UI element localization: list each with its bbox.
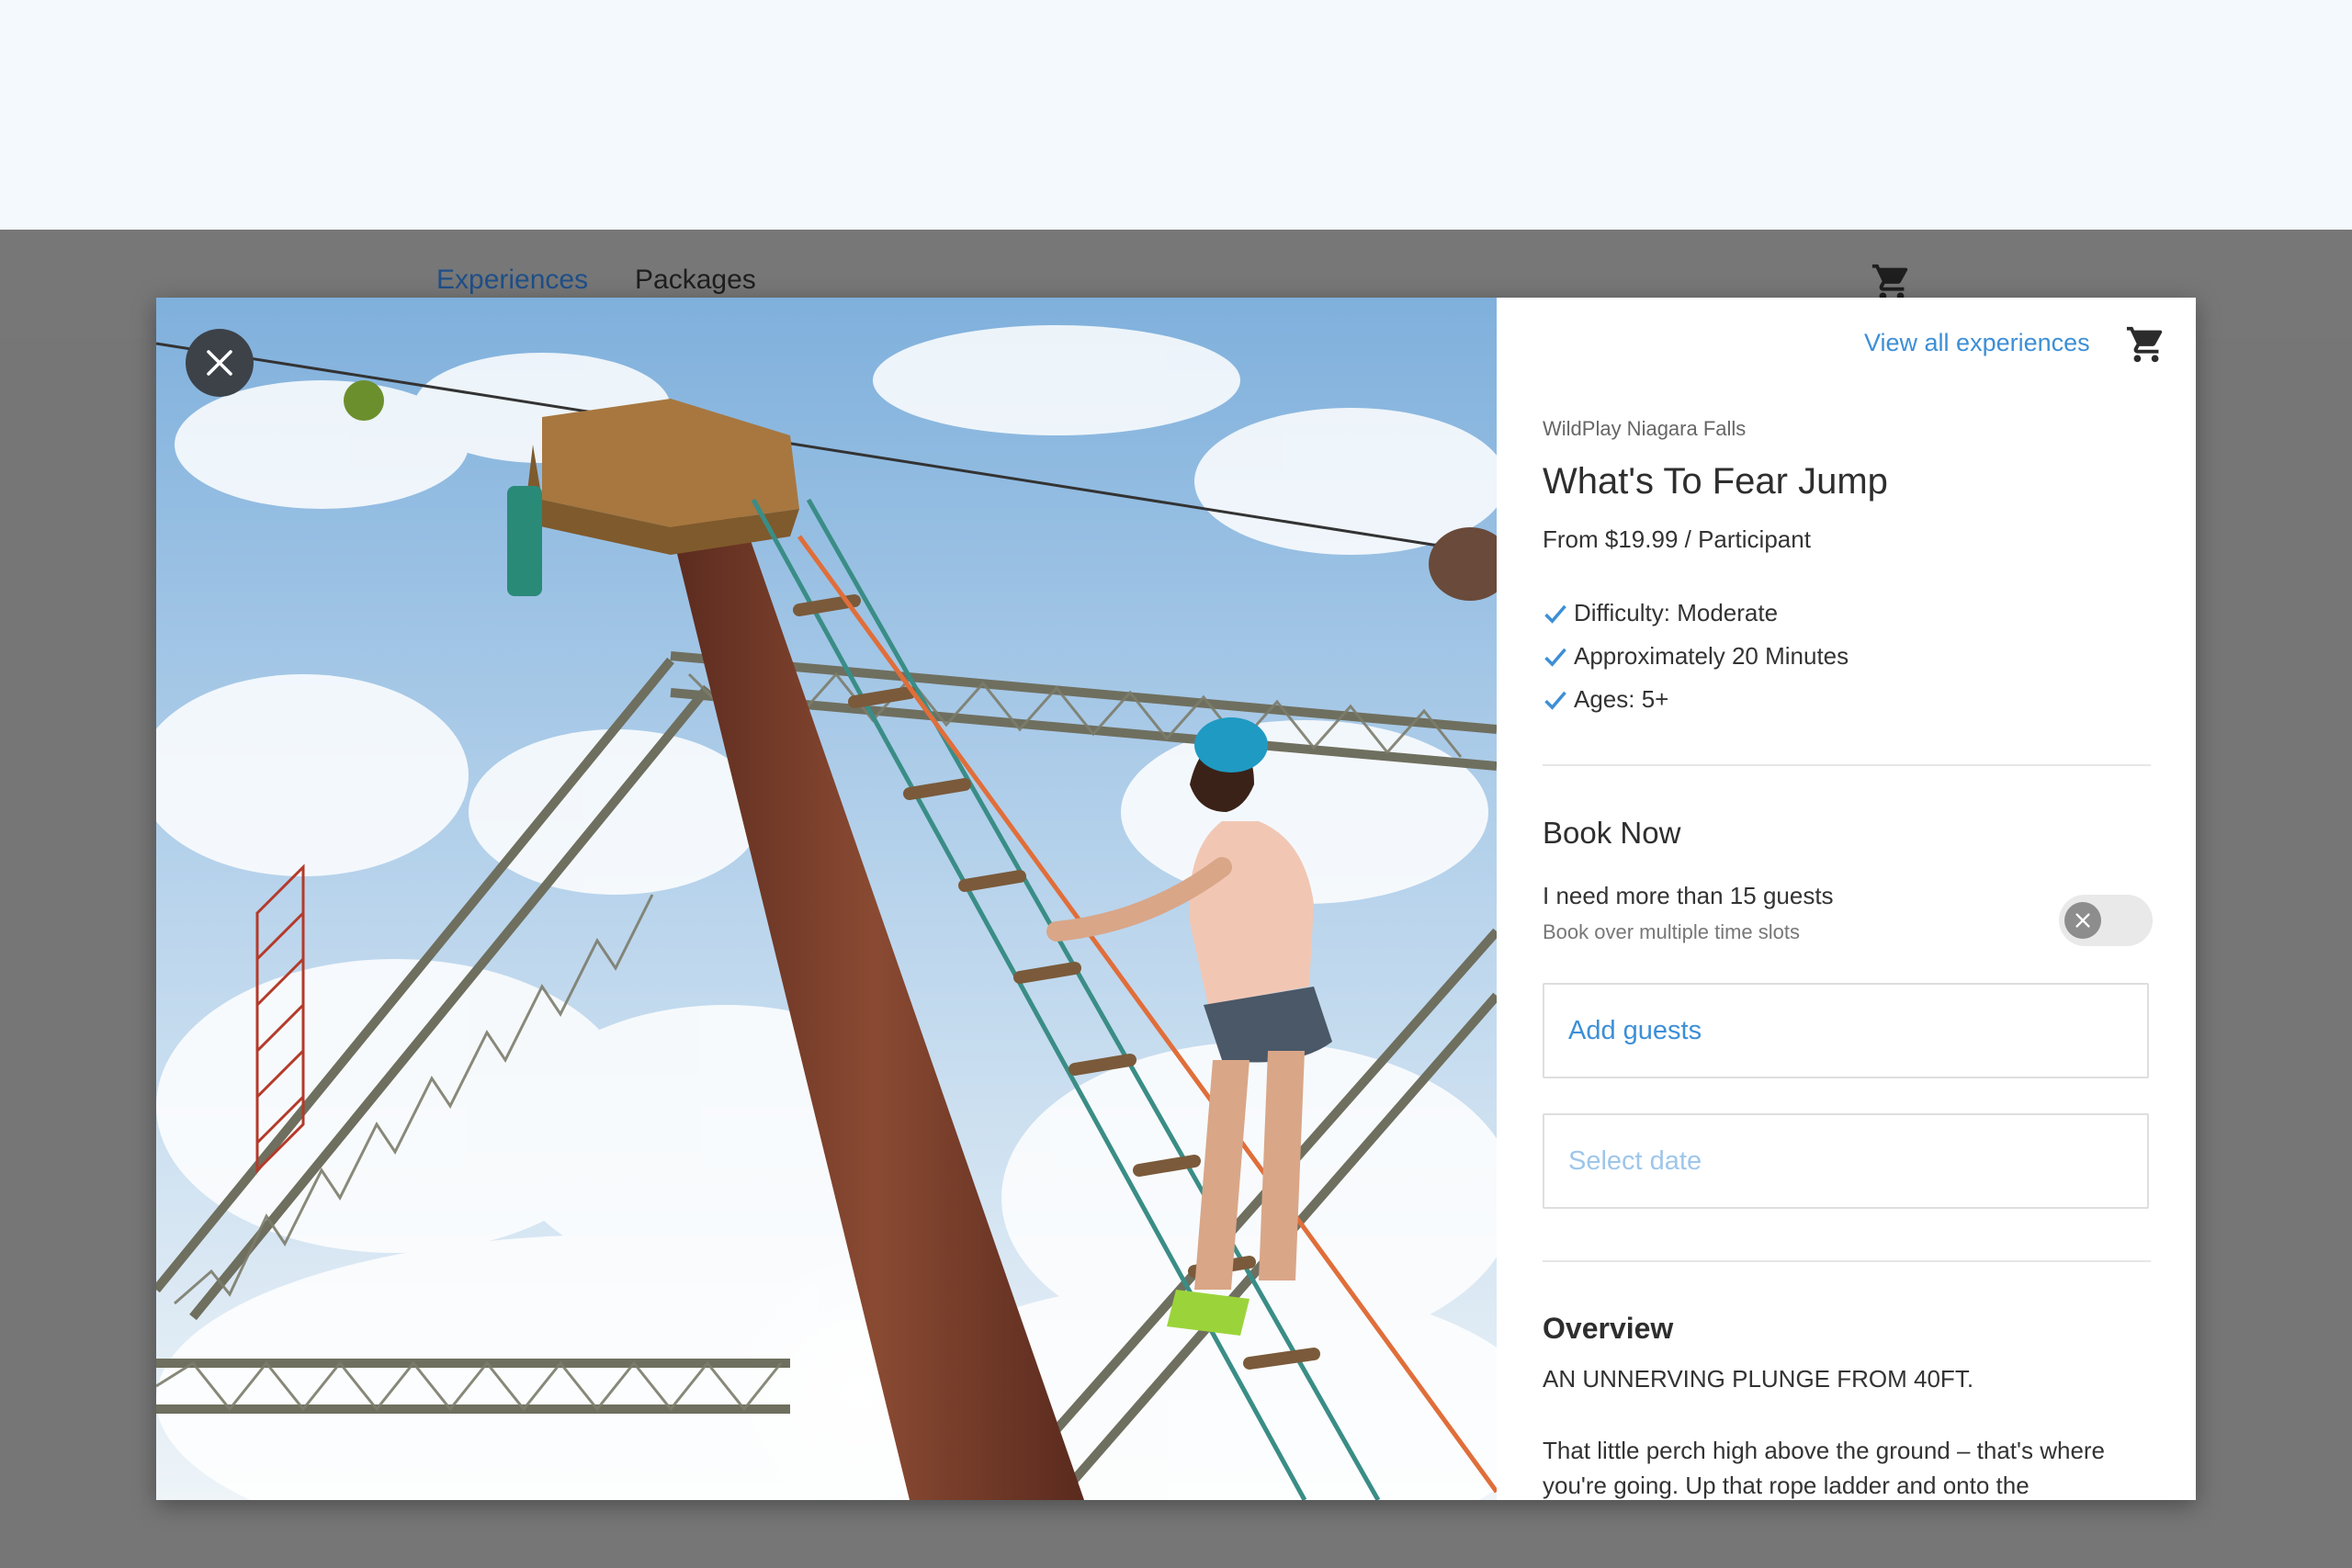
checkmark-icon [1544, 648, 1566, 667]
add-guests-label: Add guests [1568, 1016, 1702, 1045]
overview-heading: Overview [1543, 1312, 1674, 1345]
feature-list: Difficulty: Moderate Approximately 20 Mi… [1543, 592, 1849, 721]
experience-title: What's To Fear Jump [1543, 461, 1888, 502]
close-icon [207, 350, 232, 376]
nav-experiences[interactable]: Experiences [436, 265, 588, 296]
checkmark-icon [1544, 691, 1566, 710]
overview-tagline: AN UNNERVING PLUNGE FROM 40FT. [1543, 1365, 1974, 1393]
large-group-sublabel: Book over multiple time slots [1543, 920, 1800, 943]
divider [1543, 1260, 2151, 1262]
book-now-heading: Book Now [1543, 816, 1681, 850]
close-button[interactable] [186, 329, 254, 397]
price-text: From $19.99 / Participant [1543, 525, 1811, 553]
feature-item: Approximately 20 Minutes [1543, 635, 1849, 678]
select-date-label: Select date [1568, 1146, 1702, 1176]
divider [1543, 764, 2151, 766]
large-group-toggle-switch[interactable] [2059, 895, 2153, 946]
nav-packages[interactable]: Packages [635, 265, 756, 296]
venue-name: WildPlay Niagara Falls [1543, 417, 1747, 440]
page-header-band [0, 0, 2352, 230]
experience-modal: View all experiences WildPlay Niagara Fa… [156, 298, 2196, 1500]
feature-text: Difficulty: Moderate [1574, 599, 1779, 626]
feature-item: Difficulty: Moderate [1543, 592, 1849, 635]
overview-body: That little perch high above the ground … [1543, 1437, 2106, 1499]
toggle-knob [2064, 902, 2101, 939]
experience-photo [156, 298, 1497, 1500]
shopping-cart-icon[interactable] [2125, 323, 2167, 366]
close-icon [2075, 913, 2090, 928]
feature-text: Ages: 5+ [1574, 685, 1669, 713]
feature-text: Approximately 20 Minutes [1574, 642, 1849, 670]
select-date-field[interactable]: Select date [1543, 1113, 2149, 1209]
add-guests-field[interactable]: Add guests [1543, 983, 2149, 1078]
feature-item: Ages: 5+ [1543, 678, 1849, 721]
view-all-experiences-link[interactable]: View all experiences [1864, 329, 2090, 357]
large-group-label: I need more than 15 guests [1543, 882, 1834, 909]
checkmark-icon [1544, 604, 1566, 624]
